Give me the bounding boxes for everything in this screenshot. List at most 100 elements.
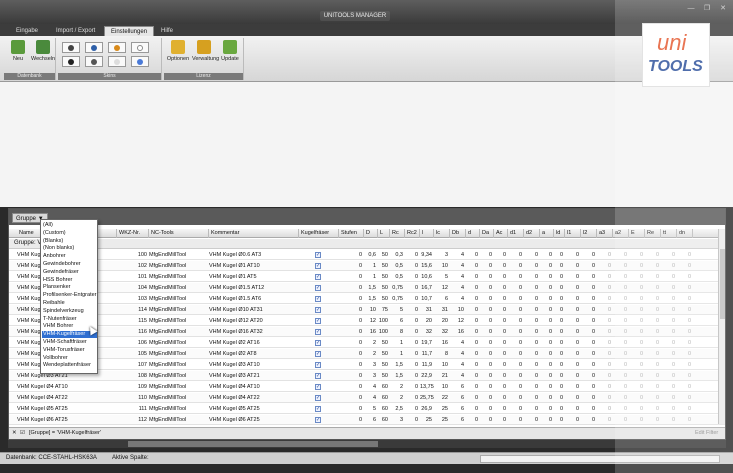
kugelfraeser-checkbox[interactable]: ✓ xyxy=(315,263,321,269)
dropdown-item[interactable]: T-Nutenfräser xyxy=(42,316,97,323)
skin-button-3[interactable] xyxy=(108,42,126,53)
skin-button-7[interactable] xyxy=(108,56,126,67)
skin-button-5[interactable] xyxy=(62,56,80,67)
horizontal-scrollbar[interactable] xyxy=(8,440,726,448)
table-row[interactable]: VHM Kugel Ø16 AT32116MfgEndMillToolVHM K… xyxy=(9,327,725,337)
tab-einstellungen[interactable]: Einstellungen xyxy=(104,26,155,36)
column-header[interactable]: Stufen xyxy=(339,229,364,238)
close-button[interactable]: ✕ xyxy=(716,4,730,14)
column-header[interactable]: dn xyxy=(677,229,693,238)
table-row[interactable]: VHM Kugel Ø6 AT25 112 MfgEndMillTool VHM Ku… xyxy=(9,415,725,425)
dropdown-item[interactable]: (Blanks) xyxy=(42,238,97,245)
kugelfraeser-checkbox[interactable]: ✓ xyxy=(315,296,321,302)
column-header[interactable]: l xyxy=(420,229,434,238)
filter-enable-checkbox[interactable]: ☑ xyxy=(20,430,25,436)
table-row[interactable]: VHM Kugel Ø12 AT20115MfgEndMillToolVHM K… xyxy=(9,316,725,326)
dropdown-item[interactable]: Gewindebohrer xyxy=(42,261,97,268)
column-header[interactable]: E xyxy=(629,229,645,238)
dropdown-item[interactable]: Wendeplattenfräser xyxy=(42,362,97,369)
column-header[interactable]: Rc2 xyxy=(405,229,420,238)
column-header[interactable]: a xyxy=(540,229,554,238)
dropdown-item[interactable]: Gewindefräser xyxy=(42,269,97,276)
kugelfraeser-checkbox[interactable]: ✓ xyxy=(315,373,321,379)
tab-eingabe[interactable]: Eingabe xyxy=(10,26,44,36)
filter-close-icon[interactable]: ✕ xyxy=(12,430,17,436)
scroll-thumb[interactable] xyxy=(720,249,725,319)
kugelfraeser-checkbox[interactable]: ✓ xyxy=(315,285,321,291)
kugelfraeser-checkbox[interactable]: ✓ xyxy=(315,307,321,313)
kugelfraeser-checkbox[interactable]: ✓ xyxy=(315,417,321,423)
skin-button-8[interactable] xyxy=(131,56,149,67)
table-row[interactable]: VHM Kugel Ø5 AT25 111 MfgEndMillTool VHM Ku… xyxy=(9,404,725,414)
table-row[interactable]: VHM Kugel Ø3 AT10107MfgEndMillToolVHM Ku… xyxy=(9,360,725,370)
column-header[interactable]: tt xyxy=(661,229,677,238)
kugelfraeser-checkbox[interactable]: ✓ xyxy=(315,384,321,390)
optionen-button[interactable]: Optionen xyxy=(166,40,190,68)
dropdown-item[interactable]: Anbohrer xyxy=(42,253,97,260)
skin-button-1[interactable] xyxy=(62,42,80,53)
dropdown-item[interactable]: (All) xyxy=(42,222,97,229)
table-row[interactable]: VHM Kugel Ø10 AT31114MfgEndMillToolVHM K… xyxy=(9,305,725,315)
skin-button-4[interactable] xyxy=(131,42,149,53)
maximize-button[interactable]: ❐ xyxy=(700,4,714,14)
table-row[interactable]: VHM Kugel Ø4 AT22 110 MfgEndMillTool VHM Ku… xyxy=(9,393,725,403)
column-header[interactable]: L xyxy=(378,229,390,238)
dropdown-item[interactable]: (Non blanks) xyxy=(42,245,97,252)
table-row[interactable]: VHM Kugel Ø2 AT16106MfgEndMillToolVHM Ku… xyxy=(9,338,725,348)
neu-button[interactable]: Neu xyxy=(6,40,30,68)
kugelfraeser-checkbox[interactable]: ✓ xyxy=(315,329,321,335)
column-header[interactable]: ld xyxy=(554,229,565,238)
edit-filter-button[interactable]: Edit Filter xyxy=(695,430,718,436)
kugelfraeser-checkbox[interactable]: ✓ xyxy=(315,406,321,412)
table-row[interactable]: VHM Kugel Ø3 AT21 108 MfgEndMillTool VHM Ku… xyxy=(9,371,725,381)
column-header[interactable]: NC-Tools xyxy=(149,229,209,238)
column-header[interactable]: Kommentar xyxy=(209,229,299,238)
dropdown-item[interactable]: Profilsenker-Entgrater xyxy=(42,292,97,299)
dropdown-item[interactable]: HSS Bohrer xyxy=(42,277,97,284)
column-header[interactable]: D xyxy=(364,229,378,238)
dropdown-item[interactable]: Plansenker xyxy=(42,284,97,291)
update-button[interactable]: Update xyxy=(218,40,242,68)
column-header[interactable]: a3 xyxy=(597,229,613,238)
column-header[interactable]: d2 xyxy=(524,229,540,238)
minimize-button[interactable]: — xyxy=(684,4,698,14)
kugelfraeser-checkbox[interactable]: ✓ xyxy=(315,362,321,368)
column-header[interactable]: Ac xyxy=(494,229,508,238)
skin-button-6[interactable] xyxy=(85,56,103,67)
group-row[interactable]: Gruppe: VHM-Kugelfräser xyxy=(9,239,725,249)
vertical-scrollbar[interactable] xyxy=(718,229,725,424)
column-header[interactable]: d1 xyxy=(508,229,524,238)
dropdown-item[interactable]: VHM-Schaftfräser xyxy=(42,339,97,346)
column-header[interactable]: Da xyxy=(480,229,494,238)
column-header[interactable]: Rc xyxy=(390,229,405,238)
kugelfraeser-checkbox[interactable]: ✓ xyxy=(315,318,321,324)
column-header[interactable]: Kugelfräser xyxy=(299,229,339,238)
column-header[interactable]: WKZ-Nr. xyxy=(117,229,149,238)
column-header[interactable]: lc xyxy=(434,229,450,238)
table-row[interactable]: VHM Kugel Ø1 AT10102MfgEndMillToolVHM Ku… xyxy=(9,261,725,271)
column-header[interactable]: Re xyxy=(645,229,661,238)
table-row[interactable]: VHM Kugel Ø1.5 AT6103MfgEndMillToolVHM K… xyxy=(9,294,725,304)
table-row[interactable]: VHM Kugel Ø1.5 AT12104MfgEndMillToolVHM … xyxy=(9,283,725,293)
filter-text[interactable]: [Gruppe] = 'VHM-Kugelfräser' xyxy=(29,430,101,436)
tab-hilfe[interactable]: Hilfe xyxy=(155,26,179,36)
dropdown-item[interactable]: Spindelverkzeug xyxy=(42,308,97,315)
skin-button-2[interactable] xyxy=(85,42,103,53)
wechseln-button[interactable]: Wechseln xyxy=(31,40,55,68)
column-header[interactable]: l1 xyxy=(565,229,581,238)
dropdown-item[interactable]: Reibahle xyxy=(42,300,97,307)
table-row[interactable]: VHM Kugel Ø1 AT5101MfgEndMillToolVHM Kug… xyxy=(9,272,725,282)
column-header[interactable]: d xyxy=(466,229,480,238)
verwaltung-button[interactable]: Verwaltung xyxy=(192,40,219,68)
column-header[interactable]: a2 xyxy=(613,229,629,238)
dropdown-item[interactable]: Vollbohrer xyxy=(42,355,97,362)
table-row[interactable]: VHM Kugel Ø4 AT10 109 MfgEndMillTool VHM Ku… xyxy=(9,382,725,392)
column-header[interactable]: l2 xyxy=(581,229,597,238)
kugelfraeser-checkbox[interactable]: ✓ xyxy=(315,340,321,346)
tab-import-export[interactable]: Import / Export xyxy=(50,26,101,36)
dropdown-item[interactable]: (Custom) xyxy=(42,230,97,237)
column-header[interactable]: Db xyxy=(450,229,466,238)
kugelfraeser-checkbox[interactable]: ✓ xyxy=(315,351,321,357)
kugelfraeser-checkbox[interactable]: ✓ xyxy=(315,274,321,280)
kugelfraeser-checkbox[interactable]: ✓ xyxy=(315,252,321,258)
